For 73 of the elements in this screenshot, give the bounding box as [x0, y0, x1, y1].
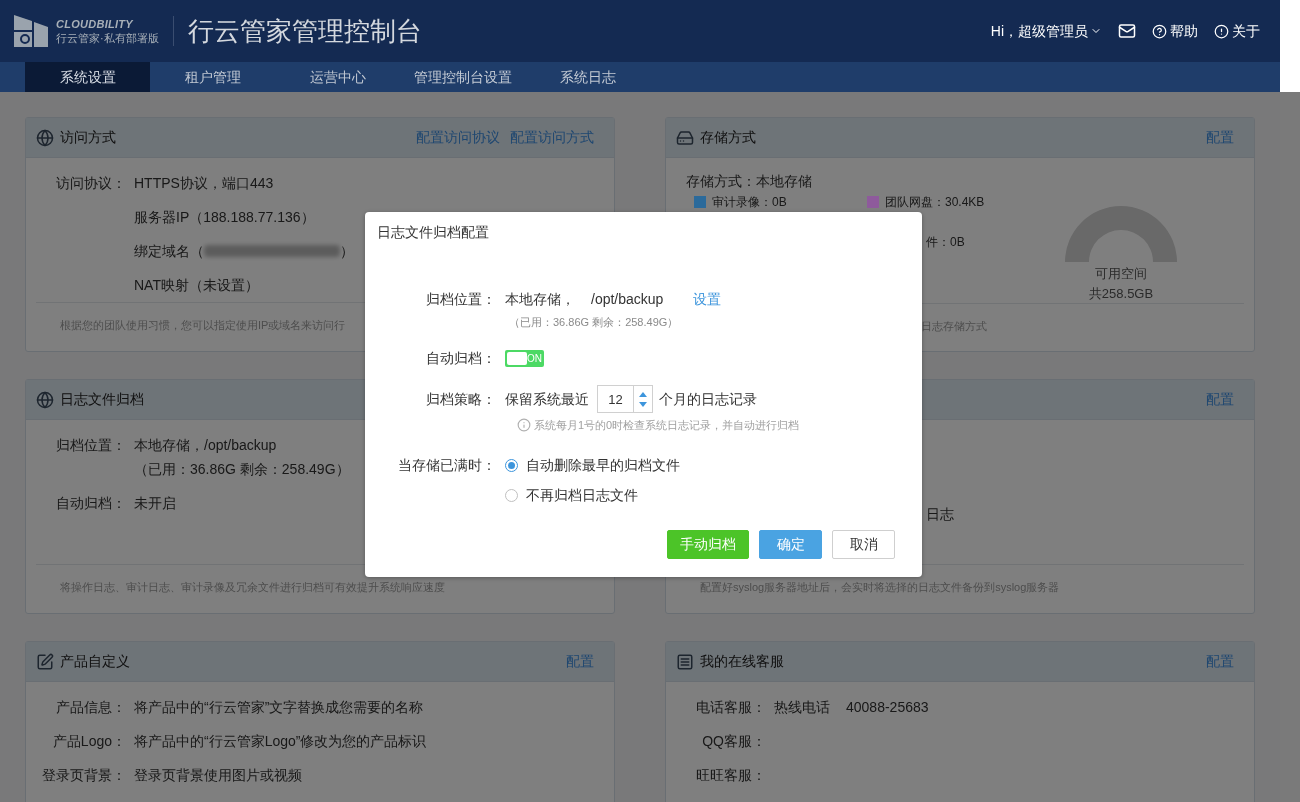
- dialog-button[interactable]: 取消: [832, 530, 895, 559]
- list-icon: [676, 652, 694, 671]
- help-icon: [1152, 23, 1167, 39]
- alert-icon: [1214, 23, 1229, 39]
- header-link[interactable]: 帮助: [1152, 20, 1198, 42]
- legend-label: 团队网盘：30.4KB: [885, 194, 985, 211]
- field-value: 本地存储，: [505, 289, 575, 309]
- field-value: 将产品中的“行云管家”文字替换成您需要的名称: [134, 697, 424, 717]
- field-value: 服务器IP（188.188.77.136）: [134, 207, 315, 227]
- path-value: /opt/backup: [591, 289, 664, 309]
- field-label: 归档策略：: [425, 389, 497, 409]
- logo-text: CLOUDBILITY: [56, 18, 134, 30]
- field-label: 归档位置：: [425, 289, 497, 309]
- radio-option[interactable]: 不再归档日志文件: [505, 480, 680, 510]
- field-label: 当存储已满时：: [397, 456, 497, 475]
- field-label: 电话客服：: [696, 699, 766, 715]
- app-title: 行云管家管理控制台: [187, 14, 422, 48]
- hint-text: 系统每月1号的0时检查系统日志记录，并自动进行归档: [534, 417, 800, 433]
- drive-icon: [676, 128, 694, 147]
- nav-tab[interactable]: 运营中心: [275, 62, 400, 92]
- field-text: 保留系统最近: [505, 389, 589, 409]
- globe-icon: [36, 128, 54, 147]
- field-value: 未开启: [134, 493, 176, 513]
- field-label: 自动归档：: [56, 495, 126, 511]
- nav-tab[interactable]: 管理控制台设置: [400, 62, 525, 92]
- info-icon: [517, 418, 531, 432]
- number-field[interactable]: 12: [597, 385, 634, 413]
- field-value: 热线电话: [774, 697, 830, 717]
- gauge-label: 可用空间: [1095, 265, 1147, 283]
- field-label: QQ客服：: [702, 733, 766, 749]
- logo-icon: [12, 13, 50, 49]
- field-label: 产品Logo：: [52, 733, 126, 749]
- field-value: 将产品中的“行云管家Logo”修改为您的产品标识: [134, 731, 427, 751]
- storage-summary: 存储方式：本地存储: [686, 172, 813, 191]
- down-caret-icon: [639, 401, 647, 407]
- globe-icon: [36, 390, 54, 409]
- field-value: ）: [340, 241, 354, 261]
- field-label: 登录页背景：: [42, 767, 126, 783]
- field-value: 绑定域名（: [134, 241, 204, 261]
- usage-note: （已用：36.86G 剩余：258.49G）: [509, 315, 680, 330]
- radio-option[interactable]: 自动删除最早的归档文件: [505, 450, 680, 480]
- field-label: 旺旺客服：: [696, 767, 766, 783]
- up-caret-icon: [639, 391, 647, 397]
- field-value: NAT映射（未设置）: [134, 275, 259, 295]
- field-label: 归档位置：: [56, 437, 126, 453]
- card-title: 访问方式: [60, 128, 116, 147]
- legend-label: 审计录像：0B: [712, 194, 787, 211]
- field-value: 日志: [926, 506, 954, 522]
- user-menu[interactable]: Hi，超级管理员: [990, 20, 1102, 42]
- nav-tab[interactable]: 系统日志: [525, 62, 650, 92]
- field-value: 40088-25683: [846, 697, 929, 717]
- mail-icon[interactable]: [1118, 22, 1136, 40]
- edit-icon: [36, 652, 54, 671]
- gauge-total: 共258.5GB: [1088, 284, 1154, 303]
- header-link[interactable]: 关于: [1214, 20, 1260, 42]
- field-value: 登录页背景使用图片或视频: [134, 765, 302, 785]
- card-title: 存储方式: [700, 128, 756, 147]
- card-title: 产品自定义: [60, 652, 130, 671]
- dialog-title: 日志文件归档配置: [376, 223, 490, 242]
- logo-subtitle: 行云管家·私有部署版: [56, 32, 159, 44]
- field-label: 自动归档：: [425, 348, 497, 368]
- field-text: 个月的日志记录: [659, 389, 757, 409]
- field-value: 本地存储，/opt/backup: [134, 435, 277, 455]
- nav-tab[interactable]: 租户管理: [150, 62, 275, 92]
- nav-tab[interactable]: 系统设置: [25, 62, 150, 92]
- legend-label: 件：0B: [925, 234, 965, 251]
- field-label: 访问协议：: [56, 175, 126, 191]
- field-value: HTTPS协议，端口443: [134, 173, 274, 193]
- field-note: （已用：36.86G 剩余：258.49G）: [134, 460, 350, 479]
- spinner[interactable]: [634, 385, 653, 413]
- card-title: 日志文件归档: [60, 390, 144, 409]
- field-label: 产品信息：: [56, 699, 126, 715]
- card-title: 我的在线客服: [700, 652, 784, 671]
